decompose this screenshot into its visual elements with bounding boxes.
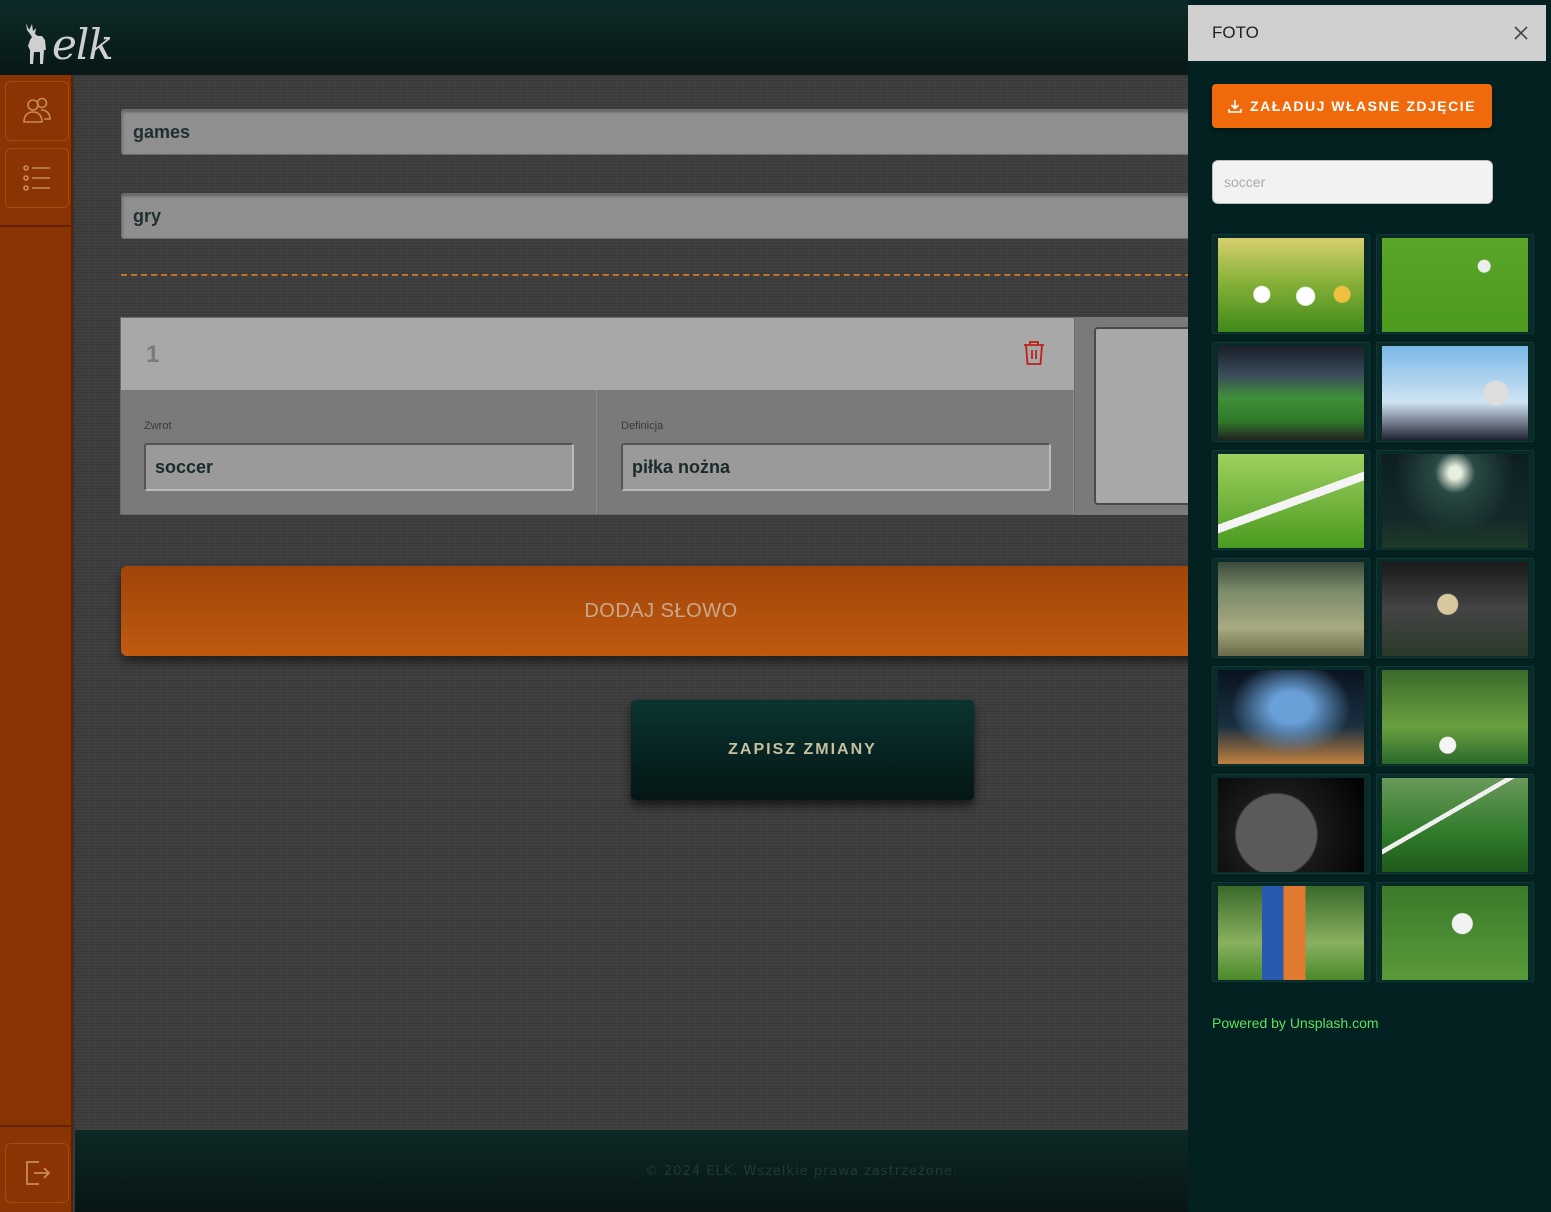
copyright-text: © 2024 ELK. Wszelkie prawa zastrzeżone.	[644, 1163, 959, 1179]
blue-vs-orange-match-image	[1218, 886, 1364, 980]
ball-in-goal-net-image	[1382, 346, 1528, 440]
photo-thumbnail[interactable]	[1212, 666, 1370, 766]
silhouette-foggy-pitch-image	[1218, 670, 1364, 764]
set-translation-input[interactable]: gry	[121, 193, 1188, 239]
photo-thumbnail[interactable]	[1376, 882, 1534, 982]
players-tackling-image	[1218, 562, 1364, 656]
set-title-input[interactable]: games	[121, 109, 1188, 155]
word-image-slot[interactable]	[1075, 317, 1188, 515]
word-card-header: 1	[121, 318, 1074, 390]
sidebar	[0, 75, 73, 1212]
goal-post-corner-image	[1382, 778, 1528, 872]
main-content: games gry 1 Zwrot soccer Definicja piłka…	[75, 77, 1188, 1130]
black-ball-closeup-image	[1218, 778, 1364, 872]
player-feet-with-ball-image	[1382, 238, 1528, 332]
photo-thumbnail[interactable]	[1376, 342, 1534, 442]
definition-input[interactable]: piłka nożna	[621, 443, 1051, 491]
logout-button[interactable]	[5, 1143, 69, 1203]
unsplash-credit[interactable]: Powered by Unsplash.com	[1212, 1015, 1379, 1031]
sidebar-divider	[0, 1125, 73, 1127]
sidebar-item-users[interactable]	[5, 81, 69, 141]
upload-photo-button[interactable]: ZAŁADUJ WŁASNE ZDJĘCIE	[1212, 84, 1492, 128]
stadium-night-floodlight-image	[1382, 454, 1528, 548]
phrase-input[interactable]: soccer	[144, 443, 574, 491]
photo-thumbnail[interactable]	[1212, 774, 1370, 874]
photo-thumbnail[interactable]	[1376, 666, 1534, 766]
phrase-column: Zwrot soccer	[121, 390, 597, 514]
users-icon	[23, 97, 51, 123]
list-icon	[23, 165, 50, 191]
photo-panel-title: FOTO	[1212, 23, 1259, 42]
word-number: 1	[146, 341, 160, 368]
photo-thumbnail[interactable]	[1376, 558, 1534, 658]
word-card: 1 Zwrot soccer Definicja piłka nożna	[120, 317, 1075, 515]
save-changes-button[interactable]: ZAPISZ ZMIANY	[631, 700, 974, 800]
download-icon	[1228, 100, 1242, 113]
photo-search-input[interactable]	[1212, 160, 1493, 204]
pitch-white-line-image	[1218, 454, 1364, 548]
photo-panel-header: FOTO	[1188, 5, 1546, 61]
close-icon[interactable]	[1513, 25, 1529, 41]
photo-thumbnail[interactable]	[1376, 774, 1534, 874]
photo-thumbnail[interactable]	[1212, 234, 1370, 334]
photo-thumbnail[interactable]	[1212, 342, 1370, 442]
trash-icon[interactable]	[1022, 340, 1046, 366]
sidebar-item-list[interactable]	[5, 148, 69, 208]
logo-text: elk	[52, 20, 114, 69]
dashed-divider	[121, 274, 1188, 276]
photo-thumbnail[interactable]	[1376, 234, 1534, 334]
add-word-button[interactable]: DODAJ SŁOWO	[121, 566, 1188, 656]
player-blue-boots-ball-image	[1382, 670, 1528, 764]
photo-thumbnail[interactable]	[1212, 558, 1370, 658]
moose-icon	[26, 23, 46, 64]
sidebar-divider	[0, 225, 73, 227]
word-image-placeholder[interactable]	[1094, 327, 1188, 505]
photo-thumbnail[interactable]	[1212, 882, 1370, 982]
definition-label: Definicja	[621, 420, 664, 432]
soccer-balls-on-grass-image	[1218, 238, 1364, 332]
upload-photo-label: ZAŁADUJ WŁASNE ZDJĘCIE	[1250, 98, 1476, 114]
photo-panel: FOTO ZAŁADUJ WŁASNE ZDJĘCIE Powered by U…	[1188, 0, 1551, 1212]
player-dribbling-orange-boots-image	[1382, 562, 1528, 656]
photo-thumbnail[interactable]	[1376, 450, 1534, 550]
phrase-label: Zwrot	[144, 420, 172, 432]
logout-icon	[26, 1161, 51, 1185]
elk-logo[interactable]: elk	[22, 14, 114, 69]
photo-thumbnail[interactable]	[1212, 450, 1370, 550]
footer: © 2024 ELK. Wszelkie prawa zastrzeżone.	[75, 1130, 1188, 1212]
definition-column: Definicja piłka nożna	[598, 390, 1074, 514]
stadium-interior-image	[1218, 346, 1364, 440]
players-legs-duel-image	[1382, 886, 1528, 980]
